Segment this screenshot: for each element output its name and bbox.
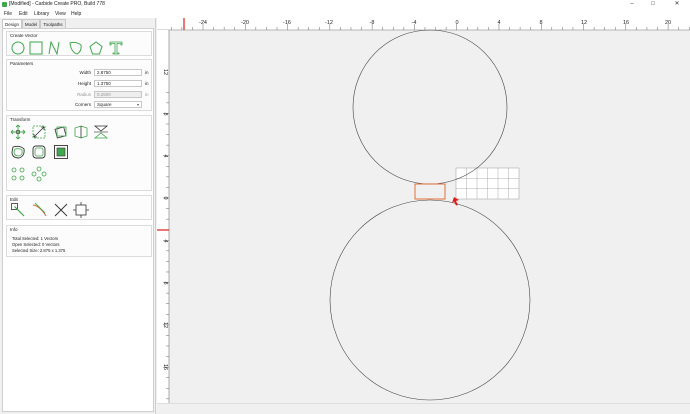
- parameters-section: Parameters Width 2.8750 in Height 1.3750…: [6, 59, 152, 111]
- x-tick-label: -24: [199, 20, 207, 26]
- x-tick-label: 8: [539, 20, 542, 26]
- polygon-tool-icon[interactable]: [69, 41, 83, 55]
- x-tick-label: 12: [581, 20, 587, 26]
- mirror-icon[interactable]: [93, 124, 109, 140]
- tab-design[interactable]: Design: [2, 19, 22, 28]
- stock-material-grid[interactable]: [455, 167, 520, 200]
- design-canvas[interactable]: -24 -20 -16 -12 -8 -4 0 4 8 12 16 20 12 …: [157, 18, 690, 403]
- pentagon-tool-icon[interactable]: [89, 41, 103, 55]
- x-tick-label: -4: [412, 20, 417, 26]
- info-section: Info Total Selected: 1 Vectors Open Sele…: [6, 225, 152, 257]
- top-ruler: [157, 18, 690, 30]
- y-tick-label: 8: [162, 281, 168, 284]
- info-title: Info: [10, 227, 18, 232]
- menu-file[interactable]: File: [4, 11, 12, 17]
- circle-tool-icon[interactable]: [11, 41, 25, 55]
- curve-tool-icon[interactable]: [47, 41, 61, 55]
- fillet-icon[interactable]: [31, 144, 47, 160]
- y-tick-label: 12: [162, 322, 168, 328]
- radius-unit: in: [145, 92, 149, 97]
- radius-label: Radius: [76, 92, 91, 97]
- array-icon[interactable]: [31, 166, 47, 182]
- x-tick-label: -16: [283, 20, 291, 26]
- node-edit-icon[interactable]: [10, 202, 26, 218]
- x-tick-label: -8: [370, 20, 375, 26]
- corners-value: Square: [97, 102, 112, 107]
- horizontal-scrollbar[interactable]: [157, 403, 690, 414]
- chevron-down-icon: ▾: [136, 102, 139, 107]
- width-unit: in: [145, 70, 149, 75]
- boundary-icon[interactable]: [53, 144, 69, 160]
- text-tool-icon[interactable]: [109, 41, 123, 55]
- tab-model[interactable]: Model: [22, 19, 40, 28]
- y-tick-label: 0: [162, 196, 168, 199]
- left-panel: Design Model Toolpaths Create Vector Par…: [0, 18, 156, 414]
- info-open-selected: Open Selected: 0 Vectors: [12, 242, 60, 247]
- width-label: Width: [79, 70, 91, 75]
- circle-vector-bottom[interactable]: [329, 199, 531, 401]
- edit-section: Edit: [6, 195, 152, 220]
- rotate-icon[interactable]: [53, 124, 69, 140]
- tab-toolpaths[interactable]: Toolpaths: [40, 19, 66, 28]
- width-field[interactable]: 2.8750: [94, 69, 142, 76]
- minimize-button[interactable]: –: [624, 0, 640, 9]
- corners-label: Corners: [74, 102, 91, 107]
- create-vector-section: Create Vector: [6, 31, 152, 56]
- x-tick-label: 16: [623, 20, 629, 26]
- height-field[interactable]: 1.3750: [94, 80, 142, 87]
- info-total-selected: Total Selected: 1 Vectors: [12, 236, 59, 241]
- trim-icon[interactable]: [32, 202, 48, 218]
- x-tick-label: 0: [455, 20, 458, 26]
- y-tick-label: 12: [162, 69, 168, 75]
- info-selected-size: Selected Size: 2.875 x 1.375: [12, 248, 66, 253]
- y-tick-label: 4: [162, 239, 168, 242]
- menu-view[interactable]: View: [55, 11, 66, 17]
- parameters-title: Parameters: [10, 61, 34, 66]
- skew-icon[interactable]: [73, 124, 89, 140]
- left-ruler: [157, 30, 169, 403]
- menu-library[interactable]: Library: [34, 11, 49, 17]
- radius-field[interactable]: 0.2500: [94, 91, 142, 98]
- move-icon[interactable]: [10, 124, 26, 140]
- design-panel: Create Vector Parameters Width 2.8750 in…: [2, 28, 154, 412]
- close-button[interactable]: ✕: [669, 0, 685, 9]
- x-tick-label: 4: [497, 20, 500, 26]
- join-icon[interactable]: [53, 202, 69, 218]
- align-icon[interactable]: [10, 166, 26, 182]
- title-bar: [Modified] - Carbide Create PRO, Build 7…: [0, 0, 690, 9]
- height-label: Height: [77, 81, 91, 86]
- rectangle-tool-icon[interactable]: [29, 41, 43, 55]
- canvas-svg[interactable]: -24 -20 -16 -12 -8 -4 0 4 8 12 16 20 12 …: [157, 18, 690, 403]
- y-tick-label: 8: [162, 112, 168, 115]
- transform-title: Transform: [10, 117, 31, 122]
- menu-edit[interactable]: Edit: [19, 11, 28, 17]
- height-unit: in: [145, 81, 149, 86]
- offset-icon[interactable]: [10, 144, 26, 160]
- menu-help[interactable]: Help: [71, 11, 81, 17]
- x-tick-label: 20: [665, 20, 671, 26]
- x-tick-label: -12: [325, 20, 333, 26]
- bounding-box-icon[interactable]: [73, 202, 89, 218]
- y-tick-label: 4: [162, 154, 168, 157]
- window-title: [Modified] - Carbide Create PRO, Build 7…: [9, 1, 105, 7]
- menu-bar: File Edit Library View Help: [0, 9, 690, 18]
- corners-select[interactable]: Square ▾: [94, 101, 142, 108]
- maximize-button[interactable]: □: [645, 0, 661, 9]
- x-tick-label: -20: [241, 20, 249, 26]
- app-icon: [2, 2, 7, 7]
- scale-icon[interactable]: [31, 124, 47, 140]
- y-tick-label: 16: [162, 364, 168, 370]
- transform-section: Transform: [6, 115, 152, 191]
- selected-rectangle-vector[interactable]: [414, 183, 446, 200]
- create-vector-title: Create Vector: [10, 33, 38, 38]
- circle-vector-top[interactable]: [352, 29, 508, 185]
